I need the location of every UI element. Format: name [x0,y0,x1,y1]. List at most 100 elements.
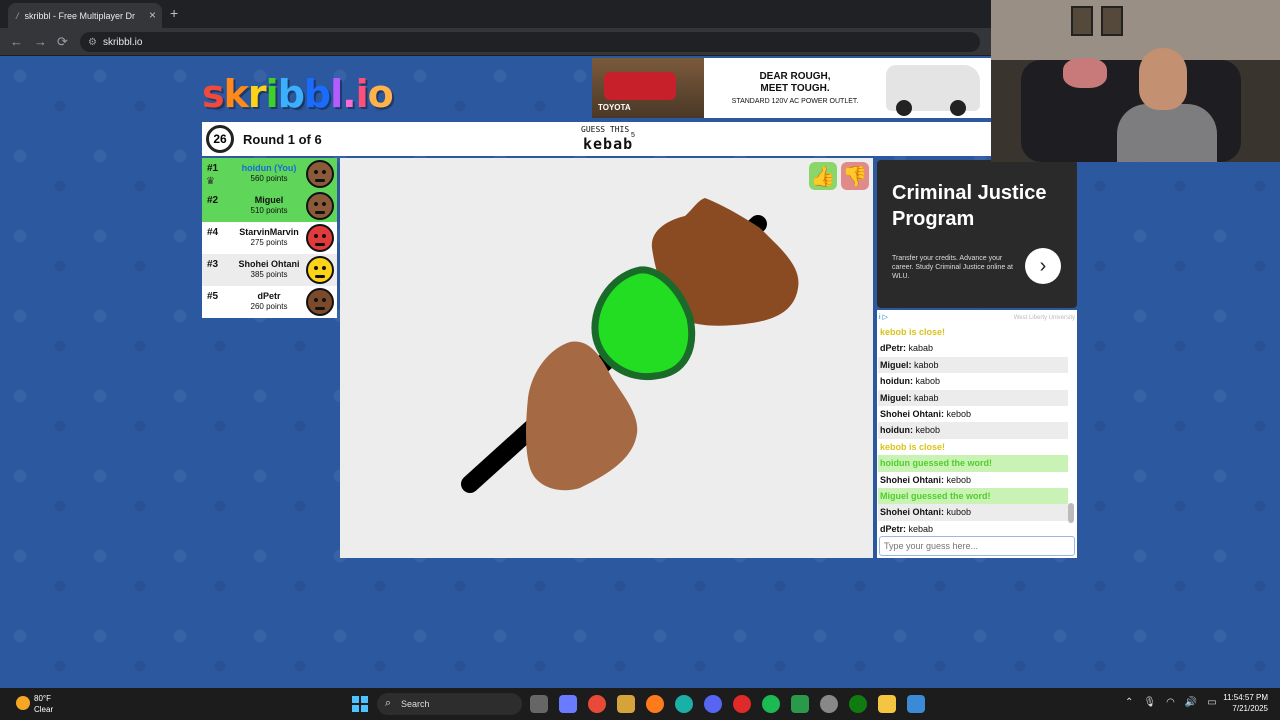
edge-icon[interactable] [675,695,693,713]
chat-scrollbar[interactable] [1068,328,1074,533]
player-name: dPetr [257,291,281,301]
logo-letter: l [330,72,343,116]
top-ad-banner[interactable]: TOYOTA DEAR ROUGH, MEET TOUGH. STANDARD … [592,58,992,118]
chat-message-text: kebob is close! [880,441,946,452]
skribbl-favicon-icon: / [16,10,19,21]
chat-message: Shohei Ohtani: kebob [880,408,972,419]
weather-widget[interactable]: 80°F Clear [16,693,53,715]
ad-headline-2: MEET TOUGH. [760,83,830,94]
volume-icon[interactable]: 🔊 [1185,697,1197,708]
new-tab-button[interactable]: + [170,5,178,21]
drawing-canvas[interactable]: 👍 👎 [340,158,873,558]
player-row[interactable]: #5 dPetr 260 points [202,286,337,318]
webcam-overlay [991,0,1280,162]
chat-user: hoidun [880,376,910,387]
chat-message-text: kabab [908,343,934,354]
ad-brand: TOYOTA [598,103,631,112]
photos-icon[interactable] [907,695,925,713]
chat-message-text: kabob [915,376,941,387]
logo-letter: r [247,72,267,116]
chat-message-text: kebob [946,408,972,419]
ad-sponsor: West Liberty University [1013,315,1075,321]
guess-input[interactable] [879,536,1075,556]
player-row[interactable]: #3 Shohei Ohtani 385 points [202,254,337,286]
back-button[interactable]: ← [10,34,23,49]
app-green-icon[interactable] [791,695,809,713]
microphone-icon[interactable]: 🎙 [1143,697,1156,708]
chat-user: dPetr [880,523,904,534]
thumbs-down-icon[interactable]: 👎 [841,162,869,190]
copilot-icon[interactable] [559,695,577,713]
logo-letter: i [355,72,369,116]
player-name: StarvinMarvin [239,227,299,237]
battery-icon[interactable]: ▭ [1207,697,1216,708]
file-explorer-icon[interactable] [878,695,896,713]
chat-scroll-thumb[interactable] [1068,503,1074,523]
chat-message: hoidun guessed the word! [878,455,1068,472]
windows-start-icon[interactable] [352,696,368,712]
streamer-body [1117,104,1217,162]
sun-icon [16,696,30,710]
player-row[interactable]: #2 Miguel 510 points [202,190,337,222]
app-red-icon[interactable] [733,695,751,713]
app-gray-icon[interactable] [820,695,838,713]
player-points: 560 points [250,174,288,183]
chat-user: Miguel [880,359,909,370]
reload-button[interactable]: ⟳ [57,34,68,50]
chat-user: dPetr [880,343,904,354]
wall-picture [1101,6,1123,36]
chat-message: Miguel: kabob [878,356,1068,374]
player-row[interactable]: #4 StarvinMarvin 275 points [202,222,337,254]
chat-message: Shohei Ohtani: kubob [878,504,1068,521]
chat-message: hoidun: kebob [878,422,1068,439]
player-points: 275 points [250,238,288,247]
player-row[interactable]: #1 ♛ hoidun (You) 560 points [202,158,337,190]
ad-headline-1: DEAR ROUGH, [759,71,831,82]
player-avatar [306,160,334,188]
firefox-icon[interactable] [646,695,664,713]
chat-message: dPetr: kebab [880,523,934,534]
chat-panel: i ▷ West Liberty University kebob is clo… [877,310,1077,558]
xbox-icon[interactable] [849,695,867,713]
logo-letter: s [202,72,225,116]
url-input[interactable]: ⚙ skribbl.io [80,32,980,52]
discord-icon[interactable] [704,695,722,713]
weather-temp: 80°F [34,694,51,703]
task-view-icon[interactable] [530,695,548,713]
taskbar-clock[interactable]: 11:54:57 PM 7/21/2025 [1223,692,1268,714]
tab-close-icon[interactable]: × [149,8,156,22]
site-info-icon[interactable]: ⚙ [88,37,97,48]
chevron-up-icon[interactable]: ⌃ [1125,697,1133,708]
logo-letter: . [342,72,356,116]
app-icon[interactable] [617,695,635,713]
spotify-icon[interactable] [762,695,780,713]
url-text: skribbl.io [102,36,143,48]
taskbar-date: 7/21/2025 [1232,704,1268,713]
player-rank: #5 [207,291,219,302]
chat-message: kebob is close! [878,324,1068,340]
wifi-icon[interactable]: ◠ [1166,697,1175,708]
chat-message: dPetr: kabab [880,343,934,354]
taskbar-search[interactable]: ⌕ Search [377,693,522,715]
red-truck-icon [604,72,676,100]
chat-messages: kebob is close! dPetr: kabab Miguel: kabob… [878,324,1068,534]
webcam-pillow [1063,58,1107,88]
player-avatar [306,224,334,252]
chrome-icon[interactable] [588,695,606,713]
ad-choices-icon[interactable]: i ▷ [879,313,888,321]
chat-message-text: kebob [915,425,941,436]
ad-subline: STANDARD 120V AC POWER OUTLET. [731,98,859,105]
chat-message-text: kubob [946,507,972,518]
timer-clock-icon: 26 [206,125,234,153]
taskbar-search-label: Search [401,699,430,709]
side-ad-arrow-icon[interactable]: › [1025,248,1061,284]
word-hint: kebab [583,135,634,153]
chat-user: hoidun [880,425,910,436]
side-ad[interactable]: Criminal Justice Program Transfer your c… [877,160,1077,308]
chat-user: Shohei Ohtani [880,474,942,485]
taskbar-time: 11:54:57 PM [1223,693,1268,702]
player-rank: #4 [207,227,219,238]
forward-button[interactable]: → [34,34,47,49]
browser-tab[interactable]: / skribbl - Free Multiplayer Draw × [8,3,162,28]
thumbs-up-icon[interactable]: 👍 [809,162,837,190]
